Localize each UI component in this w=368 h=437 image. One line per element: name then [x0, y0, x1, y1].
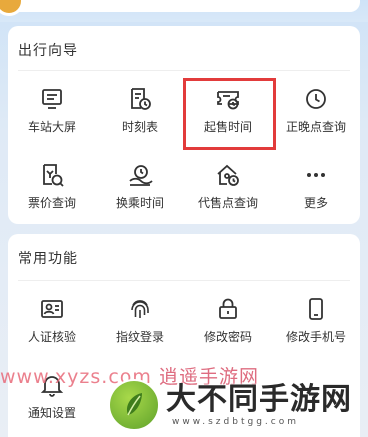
- guide-item-label: 起售时间: [203, 120, 252, 134]
- common-item-fingerprint-login[interactable]: 指纹登录: [96, 286, 184, 362]
- guide-item-station-screen[interactable]: 车站大屏: [8, 76, 96, 152]
- guide-item-agency-query[interactable]: 代售点查询: [184, 152, 272, 228]
- guide-item-label: 换乘时间: [115, 196, 164, 210]
- fingerprint-icon: [131, 300, 149, 318]
- station-screen-icon: [42, 89, 62, 109]
- guide-item-label: 车站大屏: [27, 120, 76, 134]
- common-item-label: 人证核验: [27, 330, 76, 344]
- sale-time-icon: [217, 91, 239, 110]
- common-item-change-password[interactable]: 修改密码: [184, 286, 272, 362]
- agency-icon: [217, 164, 239, 186]
- more-icon: [307, 173, 325, 177]
- top-strip: [0, 0, 368, 22]
- divider: [18, 70, 350, 71]
- id-card-icon: [41, 300, 63, 318]
- guide-item-more[interactable]: 更多: [272, 152, 360, 228]
- transfer-time-icon: [129, 165, 153, 186]
- previous-card-edge: [8, 0, 360, 12]
- guide-item-timetable[interactable]: 时刻表: [96, 76, 184, 152]
- section-title-common: 常用功能: [18, 251, 78, 267]
- leaf-logo-icon: [108, 379, 160, 431]
- phone-icon: [309, 298, 323, 320]
- timetable-icon: [131, 88, 151, 110]
- guide-item-transfer-time[interactable]: 换乘时间: [96, 152, 184, 228]
- guide-item-label: 正晚点查询: [285, 120, 346, 134]
- guide-item-label: 时刻表: [121, 120, 158, 134]
- guide-item-label: 代售点查询: [197, 196, 258, 210]
- section-title-guide: 出行向导: [18, 43, 78, 59]
- avatar[interactable]: [0, 0, 24, 16]
- divider: [18, 280, 350, 281]
- common-item-label: 指纹登录: [115, 330, 164, 344]
- travel-guide-card: 出行向导 车站大屏 时刻表 起售时间 正晚点查询 票价查询 换乘时间 代售点查询…: [8, 26, 360, 224]
- guide-item-on-time-query[interactable]: 正晚点查询: [272, 76, 360, 152]
- brand-name: 大不同手游网: [166, 382, 352, 417]
- clock-icon: [306, 89, 326, 109]
- common-item-change-phone[interactable]: 修改手机号: [272, 286, 360, 362]
- common-item-label: 通知设置: [27, 406, 76, 420]
- common-item-label: 修改密码: [203, 330, 252, 344]
- guide-item-sale-time[interactable]: 起售时间: [184, 76, 272, 152]
- ticket-price-icon: [43, 164, 64, 187]
- lock-icon: [219, 298, 237, 319]
- brand-url: www.szdbtgg.com: [172, 417, 299, 427]
- guide-item-ticket-price[interactable]: 票价查询: [8, 152, 96, 228]
- guide-grid: 车站大屏 时刻表 起售时间 正晚点查询 票价查询 换乘时间 代售点查询 更多: [8, 76, 360, 228]
- guide-item-label: 更多: [303, 196, 328, 210]
- brand-logo: 大不同手游网 www.szdbtgg.com: [108, 376, 368, 434]
- common-item-id-verify[interactable]: 人证核验: [8, 286, 96, 362]
- common-item-label: 修改手机号: [285, 330, 346, 344]
- guide-item-label: 票价查询: [27, 196, 76, 210]
